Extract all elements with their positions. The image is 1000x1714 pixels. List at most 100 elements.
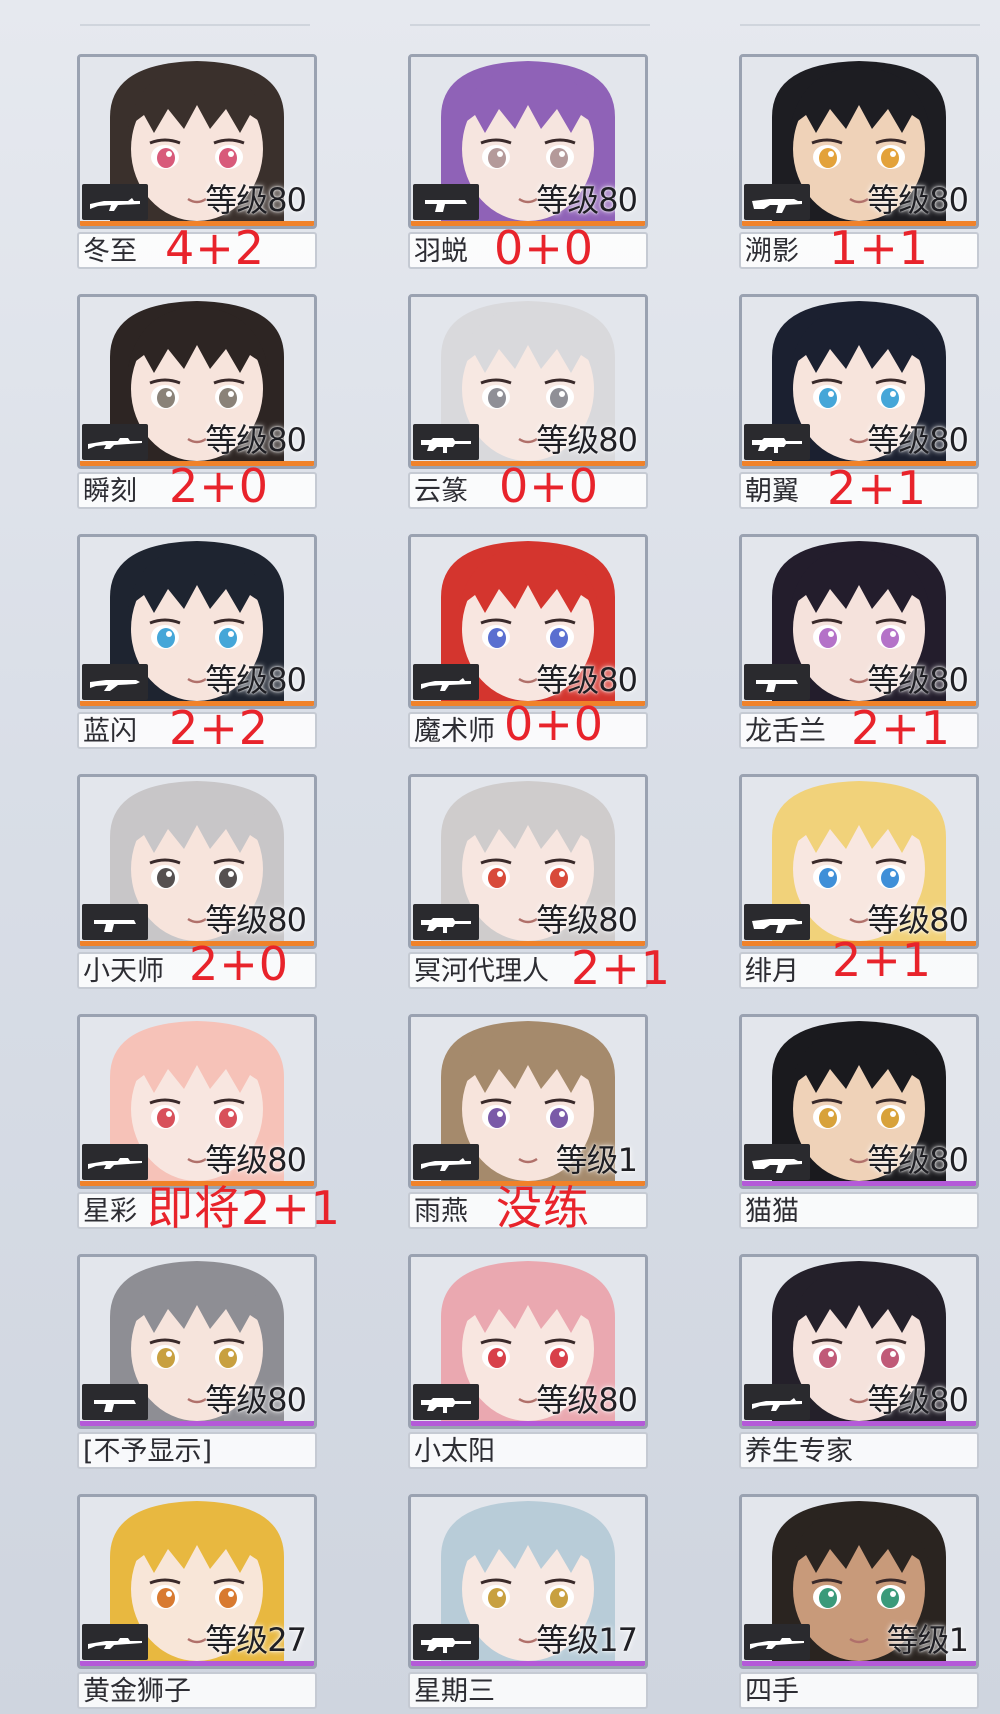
doll-card[interactable]: 等级80 云篆 0+0: [408, 294, 648, 512]
doll-portrait[interactable]: 等级80: [77, 294, 317, 469]
weapon-type-badge: [744, 664, 810, 700]
doll-name: 猫猫: [745, 1196, 799, 1227]
doll-name: 蓝闪: [83, 716, 137, 747]
weapon-type-badge: [82, 664, 148, 700]
doll-level: 等级80: [536, 181, 638, 219]
doll-card[interactable]: 等级80 养生专家: [739, 1254, 979, 1469]
weapon-type-badge: [82, 904, 148, 940]
handwritten-note: 2+0: [169, 459, 270, 513]
doll-level: 等级80: [867, 181, 969, 219]
doll-name-box: 星期三: [408, 1672, 648, 1709]
pistol-icon: [94, 920, 136, 932]
doll-card[interactable]: 等级80 星彩 即将2+1: [77, 1014, 340, 1234]
weapon-type-badge: [413, 424, 479, 460]
doll-portrait[interactable]: 等级80: [739, 1014, 979, 1189]
doll-card[interactable]: 等级17 星期三: [408, 1494, 648, 1709]
sniper-icon: [88, 1638, 142, 1649]
doll-card[interactable]: 等级80 猫猫: [739, 1014, 979, 1229]
doll-portrait[interactable]: 等级80: [739, 774, 979, 949]
doll-name: 四手: [745, 1676, 799, 1707]
doll-card[interactable]: 等级80 冥河代理人 2+1: [408, 774, 670, 994]
doll-card[interactable]: 等级80 冬至 4+2: [77, 54, 317, 274]
doll-portrait[interactable]: 等级27: [77, 1494, 317, 1669]
handwritten-note: 即将2+1: [147, 1181, 342, 1235]
doll-portrait[interactable]: 等级80: [739, 1254, 979, 1429]
doll-name: 龙舌兰: [745, 716, 826, 747]
doll-portrait[interactable]: 等级80: [408, 54, 648, 229]
doll-level: 等级80: [205, 901, 307, 939]
doll-card[interactable]: 等级1 四手: [739, 1494, 979, 1709]
pistol-icon: [425, 200, 467, 212]
handwritten-note: 2+1: [832, 933, 933, 987]
handwritten-note: 0+0: [494, 221, 595, 275]
doll-name: 冥河代理人: [414, 956, 549, 987]
doll-portrait[interactable]: 等级80: [77, 774, 317, 949]
rarity-bar: [80, 1661, 314, 1666]
doll-portrait[interactable]: 等级1: [739, 1494, 979, 1669]
doll-roster-grid: 等级80 冬至 4+2 等级80 羽蜕 0+0 等级80 溯影 1+1 等级80…: [0, 0, 1000, 1714]
doll-card[interactable]: 等级80 蓝闪 2+2: [77, 534, 317, 754]
doll-card[interactable]: 等级1 雨燕 没练: [408, 1014, 648, 1234]
doll-level: 等级80: [867, 1381, 969, 1419]
doll-portrait[interactable]: 等级80: [408, 1254, 648, 1429]
doll-card[interactable]: 等级80 小天师 2+0: [77, 774, 317, 990]
doll-card[interactable]: 等级80 朝翼 2+1: [739, 294, 979, 514]
doll-card[interactable]: 等级80 瞬刻 2+0: [77, 294, 317, 513]
doll-portrait[interactable]: 等级80: [739, 534, 979, 709]
doll-card[interactable]: 等级80 小太阳: [408, 1254, 648, 1469]
doll-name-box: 小太阳: [408, 1432, 648, 1469]
doll-portrait[interactable]: 等级80: [77, 1254, 317, 1429]
doll-portrait[interactable]: 等级80: [77, 54, 317, 229]
doll-card[interactable]: 等级80 龙舌兰 2+1: [739, 534, 979, 754]
doll-level: 等级80: [205, 1141, 307, 1179]
doll-portrait[interactable]: 等级17: [408, 1494, 648, 1669]
doll-name: 云篆: [414, 476, 468, 507]
doll-card[interactable]: 等级27 黄金狮子: [77, 1494, 317, 1709]
handwritten-note: 4+2: [165, 221, 266, 275]
weapon-type-badge: [744, 1144, 810, 1180]
weapon-type-badge: [82, 1384, 148, 1420]
doll-card[interactable]: 等级80 羽蜕 0+0: [408, 54, 648, 274]
doll-level: 等级80: [536, 661, 638, 699]
doll-name: 养生专家: [745, 1436, 853, 1467]
doll-portrait[interactable]: 等级1: [408, 1014, 648, 1189]
doll-level: 等级80: [205, 181, 307, 219]
rarity-bar: [80, 1421, 314, 1426]
doll-portrait[interactable]: 等级80: [77, 1014, 317, 1189]
weapon-type-badge: [82, 1144, 148, 1180]
doll-level: 等级80: [867, 1141, 969, 1179]
doll-card[interactable]: 等级80 绯月 2+1: [739, 774, 979, 989]
weapon-type-badge: [413, 1384, 479, 1420]
doll-portrait[interactable]: 等级80: [408, 774, 648, 949]
doll-portrait[interactable]: 等级80: [408, 534, 648, 709]
doll-card[interactable]: 等级80 [不予显示]: [77, 1254, 317, 1469]
sniper-icon: [750, 1638, 804, 1649]
doll-name-box: [不予显示]: [77, 1432, 317, 1469]
weapon-type-badge: [82, 184, 148, 220]
weapon-type-badge: [744, 424, 810, 460]
doll-name: 雨燕: [414, 1196, 468, 1227]
doll-level: 等级80: [205, 421, 307, 459]
doll-portrait[interactable]: 等级80: [739, 54, 979, 229]
handwritten-note: 2+1: [827, 461, 928, 515]
doll-name: 朝翼: [745, 476, 799, 507]
doll-card[interactable]: 等级80 溯影 1+1: [739, 54, 979, 274]
doll-card[interactable]: 等级80 魔术师 0+0: [408, 534, 648, 750]
shotgun-icon: [90, 680, 140, 691]
top-divider: [410, 24, 650, 26]
rifle-icon: [421, 678, 471, 691]
doll-level: 等级80: [867, 421, 969, 459]
weapon-type-badge: [413, 1624, 479, 1660]
doll-portrait[interactable]: 等级80: [77, 534, 317, 709]
doll-portrait[interactable]: 等级80: [739, 294, 979, 469]
weapon-type-badge: [744, 904, 810, 940]
pistol-icon: [94, 1400, 136, 1412]
doll-portrait[interactable]: 等级80: [408, 294, 648, 469]
sniper-icon: [88, 1158, 142, 1169]
assault-rifle-icon: [421, 438, 471, 453]
doll-level: 等级17: [536, 1621, 638, 1659]
doll-name-box: 四手: [739, 1672, 979, 1709]
handwritten-note: 2+1: [571, 941, 672, 995]
doll-name: 绯月: [745, 956, 799, 987]
handwritten-note: 1+1: [829, 221, 930, 275]
